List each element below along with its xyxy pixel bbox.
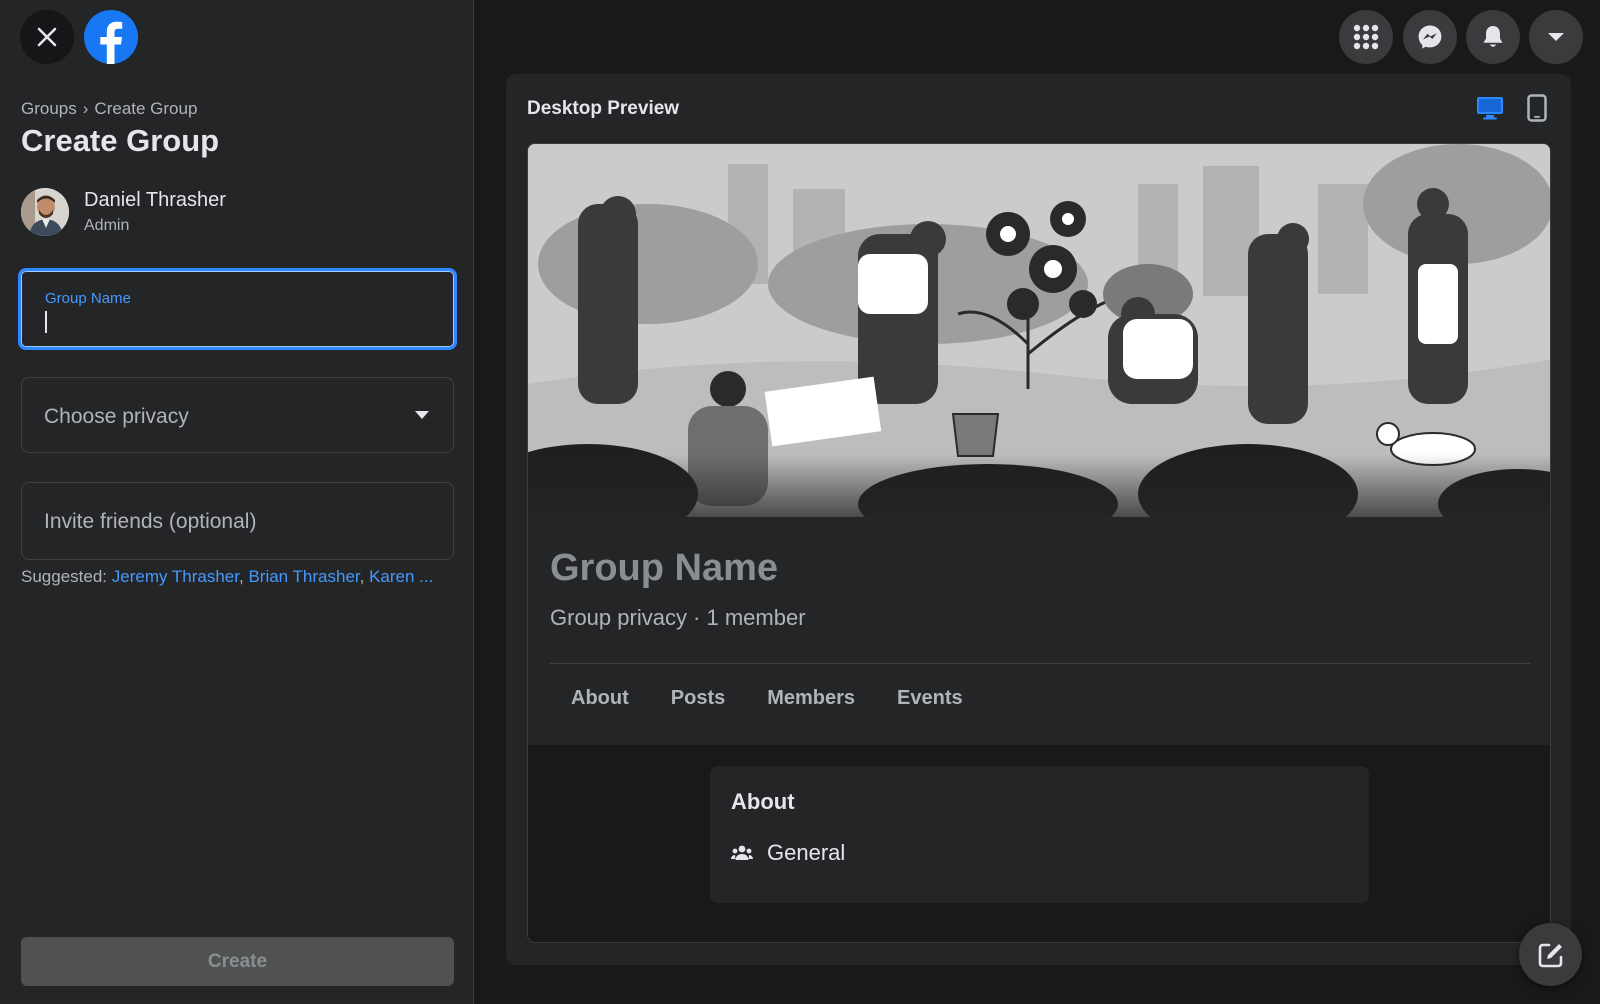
suggested-friend-1[interactable]: Jeremy Thrasher: [112, 567, 239, 586]
facebook-logo-icon: [84, 10, 138, 64]
group-people-icon: [731, 845, 753, 860]
preview-group-name: Group Name: [550, 547, 779, 589]
invite-friends-input[interactable]: Invite friends (optional): [21, 482, 454, 560]
group-tabs: About Posts Members Events: [550, 687, 984, 710]
notifications-button[interactable]: [1466, 10, 1520, 64]
admin-info: Daniel Thrasher Admin: [21, 188, 226, 236]
dropdown-arrow-icon: [415, 411, 429, 419]
create-group-sidebar: Groups › Create Group Create Group Danie…: [0, 0, 474, 1004]
preview-title: Desktop Preview: [527, 98, 680, 119]
group-cover-image: [528, 144, 1550, 544]
menu-grid-icon: [1353, 24, 1379, 50]
breadcrumb-current: Create Group: [94, 99, 198, 118]
compose-button[interactable]: [1519, 923, 1582, 986]
suggested-friends: Suggested: Jeremy Thrasher, Brian Thrash…: [21, 567, 434, 586]
breadcrumb-groups-link[interactable]: Groups: [21, 99, 77, 119]
privacy-select[interactable]: Choose privacy: [21, 377, 454, 453]
create-button[interactable]: Create: [21, 937, 454, 986]
messenger-button[interactable]: [1403, 10, 1457, 64]
facebook-logo[interactable]: [84, 10, 138, 64]
menu-button[interactable]: [1339, 10, 1393, 64]
invite-placeholder: Invite friends (optional): [44, 510, 257, 533]
about-general-row: General: [731, 840, 845, 866]
page-title: Create Group: [21, 123, 220, 158]
text-cursor: [45, 311, 47, 333]
about-general-label: General: [767, 840, 846, 865]
admin-name: Daniel Thrasher: [84, 189, 226, 211]
about-card-title: About: [731, 789, 795, 814]
messenger-icon: [1418, 25, 1442, 49]
mobile-phone-icon: [1527, 94, 1547, 122]
group-name-label: Group Name: [45, 290, 131, 307]
tab-about[interactable]: About: [550, 687, 650, 710]
breadcrumb: Groups › Create Group: [21, 99, 197, 119]
header-divider: [550, 663, 1530, 664]
account-dropdown-icon: [1548, 33, 1564, 41]
close-button[interactable]: [20, 10, 74, 64]
preview-group-meta: Group privacy · 1 member: [550, 605, 806, 630]
group-name-input[interactable]: Group Name: [18, 268, 457, 350]
avatar-image-icon: [21, 188, 69, 236]
privacy-placeholder: Choose privacy: [44, 405, 189, 428]
tab-posts[interactable]: Posts: [650, 687, 746, 710]
account-menu-button[interactable]: [1529, 10, 1583, 64]
suggested-label: Suggested:: [21, 567, 108, 586]
admin-role: Admin: [84, 217, 130, 234]
notifications-bell-icon: [1483, 26, 1503, 47]
desktop-monitor-icon: [1477, 97, 1503, 120]
suggested-friend-3[interactable]: Karen ...: [369, 567, 433, 586]
avatar[interactable]: [21, 188, 69, 236]
tab-members[interactable]: Members: [746, 687, 876, 710]
group-preview: Group Name Group privacy · 1 member Abou…: [527, 143, 1551, 943]
desktop-preview-toggle[interactable]: [1476, 96, 1504, 125]
group-header: Group Name Group privacy · 1 member Abou…: [528, 517, 1550, 745]
breadcrumb-separator: ›: [82, 99, 89, 118]
mobile-preview-toggle[interactable]: [1527, 94, 1547, 127]
compose-edit-icon: [1538, 943, 1562, 967]
tab-events[interactable]: Events: [876, 687, 984, 710]
close-icon: [37, 27, 57, 47]
suggested-friend-2[interactable]: Brian Thrasher: [248, 567, 359, 586]
desktop-preview-panel: Desktop Preview Group Name Group privacy…: [506, 74, 1571, 965]
about-card: About General: [710, 766, 1369, 903]
cover-illustration-icon: [528, 144, 1550, 544]
